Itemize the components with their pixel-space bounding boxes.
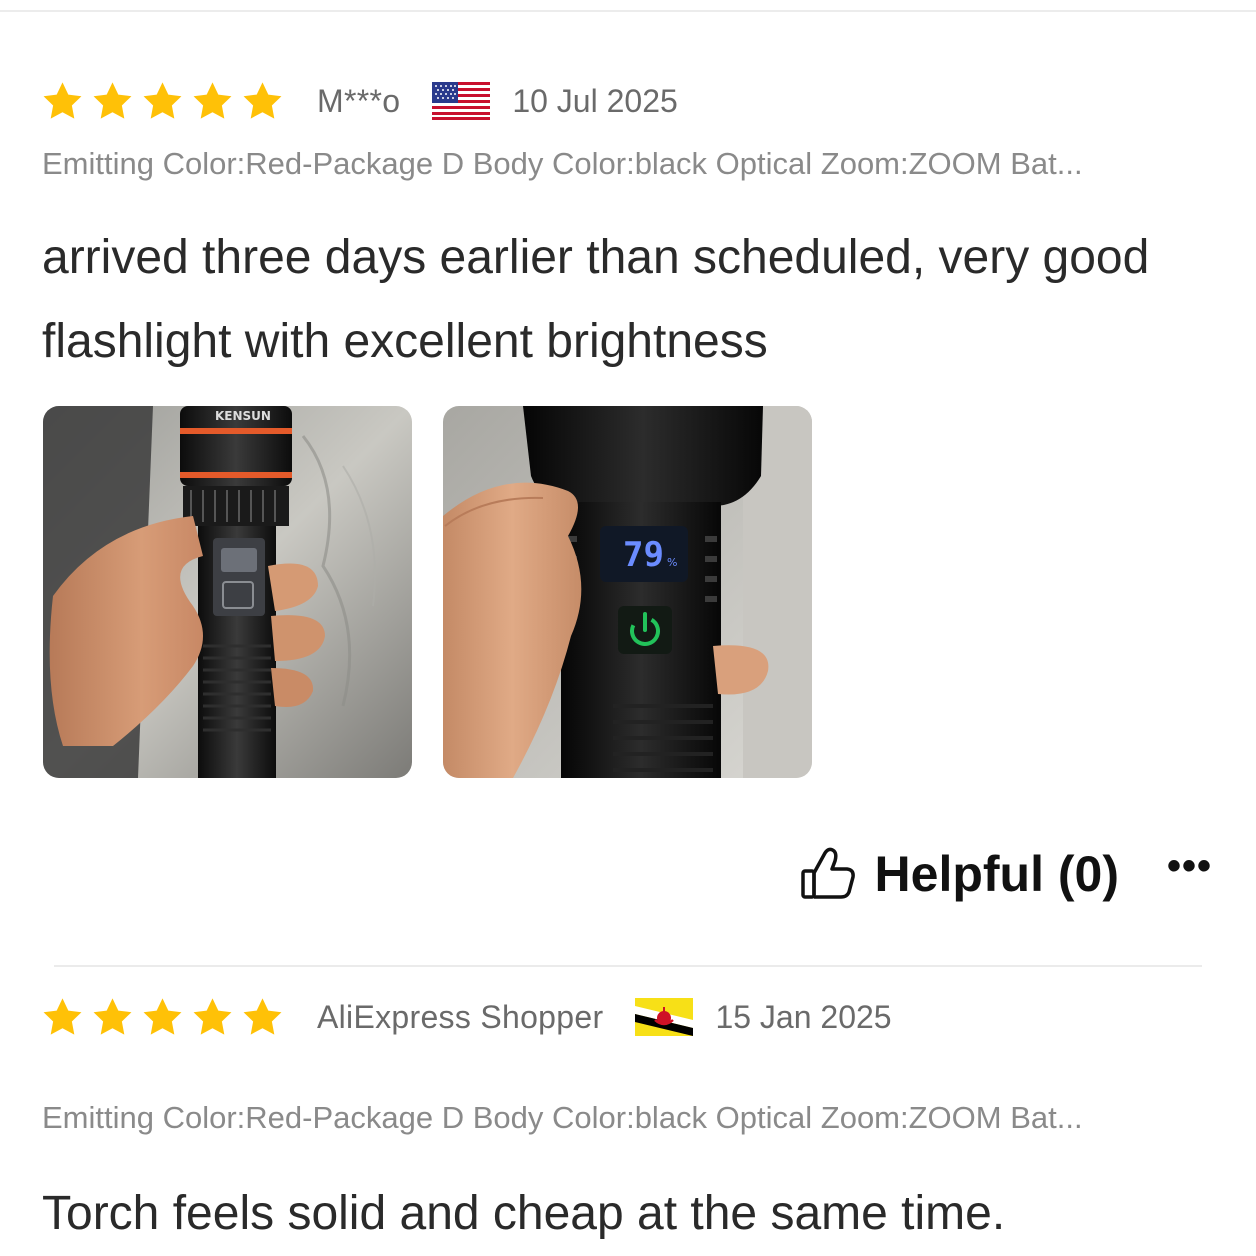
star-icon [93, 997, 132, 1035]
helpful-button[interactable]: Helpful (0) [875, 845, 1119, 903]
star-icon [43, 997, 82, 1035]
review-date: 10 Jul 2025 [512, 82, 678, 119]
review-meta: M***o 10 Jul 2025 [40, 76, 678, 126]
review-actions: Helpful (0) ••• [799, 836, 1212, 912]
review-text: arrived three days earlier than schedule… [42, 231, 1150, 368]
review-meta: AliExpress Shopper 15 Jan 2025 [40, 992, 892, 1042]
star-rating [40, 995, 285, 1040]
star-icon [243, 81, 282, 119]
brunei-flag-icon [635, 998, 694, 1036]
review-author: AliExpress Shopper [317, 998, 604, 1035]
star-icon [193, 997, 232, 1035]
star-rating [40, 79, 285, 124]
more-icon[interactable]: ••• [1167, 846, 1212, 892]
review-card: AliExpress Shopper 15 Jan 2025 Emitting … [0, 960, 1256, 1256]
review-date: 15 Jan 2025 [715, 998, 892, 1035]
sku-info: Emitting Color:Red-Package D Body Color:… [42, 1100, 1083, 1135]
star-icon [143, 997, 182, 1035]
review-text: Torch feels solid and cheap at the same … [42, 1187, 1006, 1240]
photo-brand-text: KENSUN [215, 409, 271, 423]
review-photo[interactable]: 79 % [443, 406, 812, 778]
review-photos: KENSUN 79 % [43, 406, 812, 778]
us-flag-icon [432, 82, 491, 120]
star-icon [43, 81, 82, 119]
review-card: M***o 10 Jul 2025 Emitting Color:Red-Pac… [0, 0, 1256, 960]
thumbs-up-icon[interactable] [799, 845, 857, 903]
battery-display-value: 79 [623, 535, 664, 575]
star-icon [243, 997, 282, 1035]
review-author: M***o [317, 82, 401, 119]
battery-display-unit: % [667, 556, 677, 569]
review-photo[interactable]: KENSUN [43, 406, 412, 778]
star-icon [93, 81, 132, 119]
sku-info: Emitting Color:Red-Package D Body Color:… [42, 146, 1083, 181]
star-icon [143, 81, 182, 119]
star-icon [193, 81, 232, 119]
